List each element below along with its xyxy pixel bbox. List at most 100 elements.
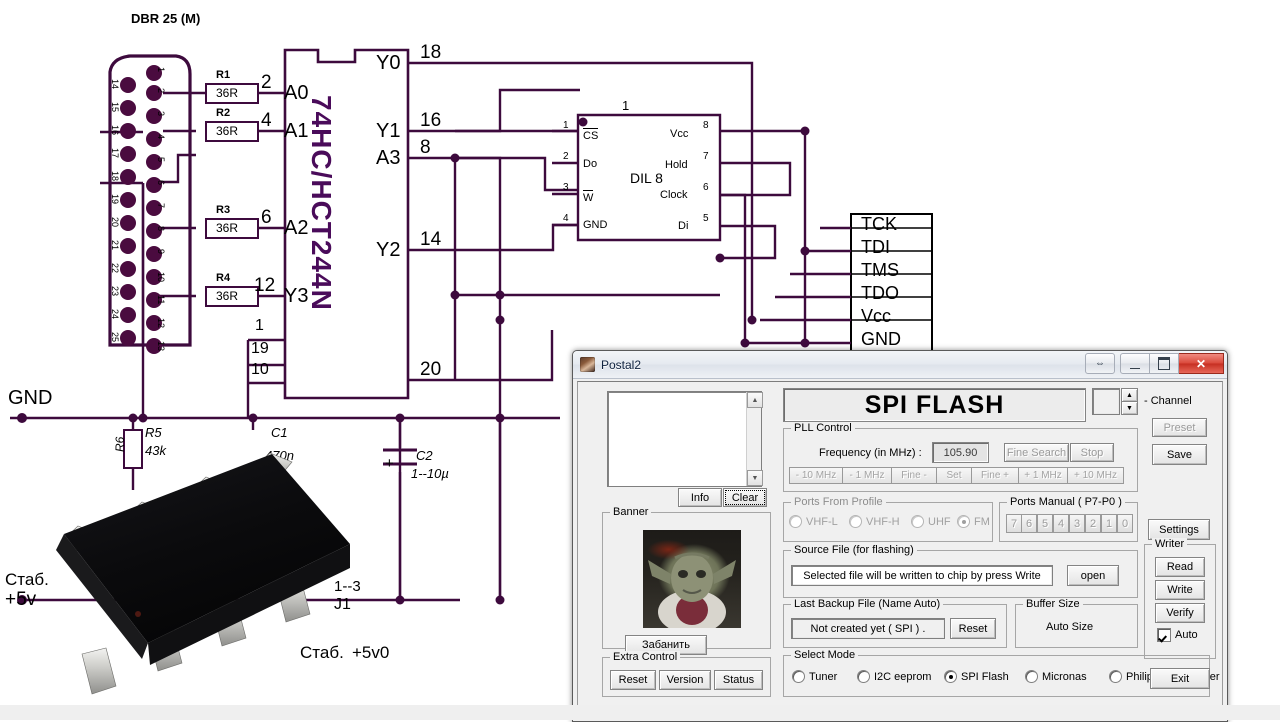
dil8-pin-hold: Hold (665, 159, 688, 171)
banner-group-label: Banner (610, 506, 652, 518)
pll-set-button[interactable]: Set (936, 467, 972, 484)
radio-dot (857, 670, 870, 683)
last-backup-group-label: Last Backup File (Name Auto) (791, 598, 944, 610)
exit-button[interactable]: Exit (1150, 668, 1210, 689)
close-button[interactable]: ✕ (1179, 353, 1224, 374)
dil8-pinnum-2: 2 (563, 151, 569, 162)
radio-label: VHF-L (806, 515, 838, 528)
radio-label: Tuner (809, 670, 838, 683)
stop-button[interactable]: Stop (1070, 443, 1114, 462)
pll-minus10-button[interactable]: - 10 MHz (789, 467, 843, 484)
r2-value: 36R (216, 124, 239, 138)
ports-manual-group: Ports Manual ( P7-P0 ) 7 6 5 4 3 2 1 0 (999, 496, 1138, 542)
fine-search-button[interactable]: Fine Search (1004, 443, 1069, 462)
window-titlebar[interactable]: Postal2 ⇔ ✕ (573, 351, 1227, 379)
dil8-pin-gnd: GND (583, 219, 608, 231)
ports-profile-group-label: Ports From Profile (791, 496, 886, 508)
minimize-button[interactable] (1120, 353, 1150, 374)
port-digit-7[interactable]: 7 (1006, 514, 1022, 533)
channel-up-icon[interactable]: ▲ (1121, 388, 1138, 402)
port-digit-3[interactable]: 3 (1069, 514, 1085, 533)
pll-minus1-button[interactable]: - 1 MHz (842, 467, 892, 484)
port-digit-0[interactable]: 0 (1117, 514, 1133, 533)
dil8-name: DIL 8 (630, 170, 663, 186)
settings-button[interactable]: Settings (1148, 519, 1210, 540)
extra-version-button[interactable]: Version (659, 670, 711, 690)
channel-value[interactable] (1092, 388, 1120, 415)
dil8-pinnum-4: 4 (563, 213, 569, 224)
auto-checkbox[interactable]: Auto (1157, 628, 1198, 642)
open-file-button[interactable]: open (1067, 565, 1119, 586)
radio-dot (849, 515, 862, 528)
ic-pin-y0: Y0 (376, 52, 401, 74)
pll-fine-plus-button[interactable]: Fine + (971, 467, 1019, 484)
radio-vhf-l[interactable]: VHF-L (789, 515, 838, 528)
buffer-size-group: Buffer Size Auto Size (1015, 598, 1138, 648)
write-button[interactable]: Write (1155, 580, 1205, 600)
c2-ref: C2 (416, 448, 433, 463)
ic-pin-y3: Y3 (284, 285, 309, 307)
pll-plus10-button[interactable]: + 10 MHz (1067, 467, 1124, 484)
preset-button[interactable]: Preset (1152, 418, 1207, 437)
radio-label: UHF (928, 515, 951, 528)
clear-button[interactable]: Clear (723, 488, 767, 507)
buffer-size-group-label: Buffer Size (1023, 598, 1083, 610)
ic-pinnum-19: 19 (251, 340, 269, 357)
dil8-pin-cs: CS (583, 128, 599, 142)
log-scrollbar[interactable]: ▲ ▼ (746, 392, 763, 486)
select-mode-group-label: Select Mode (791, 649, 859, 661)
save-button[interactable]: Save (1152, 444, 1207, 465)
radio-dot (1109, 670, 1122, 683)
c1-value: 470n (265, 448, 294, 463)
source-file-input[interactable]: Selected file will be written to chip by… (791, 565, 1053, 586)
spi-flash-programmer-window[interactable]: Postal2 ⇔ ✕ ▲ ▼ Info Clear Banner Забани… (572, 350, 1228, 722)
pll-fine-minus-button[interactable]: Fine - (891, 467, 937, 484)
log-listbox[interactable]: ▲ ▼ (607, 391, 763, 487)
read-button[interactable]: Read (1155, 557, 1205, 577)
net-j1: J1 (334, 596, 351, 613)
info-button[interactable]: Info (678, 488, 722, 507)
frequency-value[interactable]: 105.90 (932, 442, 989, 463)
port-digit-1[interactable]: 1 (1101, 514, 1117, 533)
dil8-pin-w: W (583, 190, 594, 204)
radio-fm[interactable]: FM (957, 515, 990, 528)
channel-spinner[interactable]: ▲ ▼ (1121, 388, 1138, 415)
extra-reset-button[interactable]: Reset (610, 670, 656, 690)
frequency-label: Frequency (in MHz) : (819, 447, 922, 459)
source-file-group: Source File (for flashing) Selected file… (783, 544, 1138, 598)
jtag-vcc: Vcc (861, 306, 892, 326)
extra-status-button[interactable]: Status (714, 670, 763, 690)
radio-vhf-h[interactable]: VHF-H (849, 515, 900, 528)
mode-radio-i2c-eeprom[interactable]: I2C eeprom (857, 670, 931, 683)
app-icon (580, 357, 595, 372)
r6-ref: R6 (113, 436, 127, 452)
verify-button[interactable]: Verify (1155, 603, 1205, 623)
pll-plus1-button[interactable]: + 1 MHz (1018, 467, 1068, 484)
radio-dot (789, 515, 802, 528)
last-backup-value: Not created yet ( SPI ) . (791, 618, 945, 639)
port-digit-6[interactable]: 6 (1021, 514, 1037, 533)
scroll-up-icon[interactable]: ▲ (747, 392, 763, 408)
jtag-tck: TCK (861, 214, 897, 234)
mode-radio-micronas[interactable]: Micronas (1025, 670, 1087, 683)
port-digit-5[interactable]: 5 (1037, 514, 1053, 533)
ic-pin-y1: Y1 (376, 120, 401, 142)
port-digit-2[interactable]: 2 (1085, 514, 1101, 533)
window-client-area: ▲ ▼ Info Clear Banner Забанить Extra Con… (577, 381, 1223, 719)
ic-pinnum-14: 14 (420, 229, 442, 250)
extra-control-group-label: Extra Control (610, 651, 681, 663)
ports-manual-group-label: Ports Manual ( P7-P0 ) (1007, 496, 1125, 508)
ic-pinnum-6: 6 (261, 207, 272, 228)
radio-uhf[interactable]: UHF (911, 515, 951, 528)
maximize-button[interactable] (1150, 353, 1179, 374)
scroll-down-icon[interactable]: ▼ (747, 470, 763, 486)
resize-arrow-icon[interactable]: ⇔ (1085, 353, 1115, 374)
ports-profile-group: Ports From Profile VHF-L VHF-H UHF FM (783, 496, 993, 542)
channel-down-icon[interactable]: ▼ (1121, 401, 1138, 415)
port-digit-4[interactable]: 4 (1053, 514, 1069, 533)
mode-radio-spi-flash[interactable]: SPI Flash (944, 670, 1009, 683)
backup-reset-button[interactable]: Reset (950, 618, 996, 639)
mode-radio-tuner[interactable]: Tuner (792, 670, 837, 683)
dil8-pinnum-3: 3 (563, 182, 569, 193)
mode-banner: SPI FLASH (783, 388, 1086, 422)
